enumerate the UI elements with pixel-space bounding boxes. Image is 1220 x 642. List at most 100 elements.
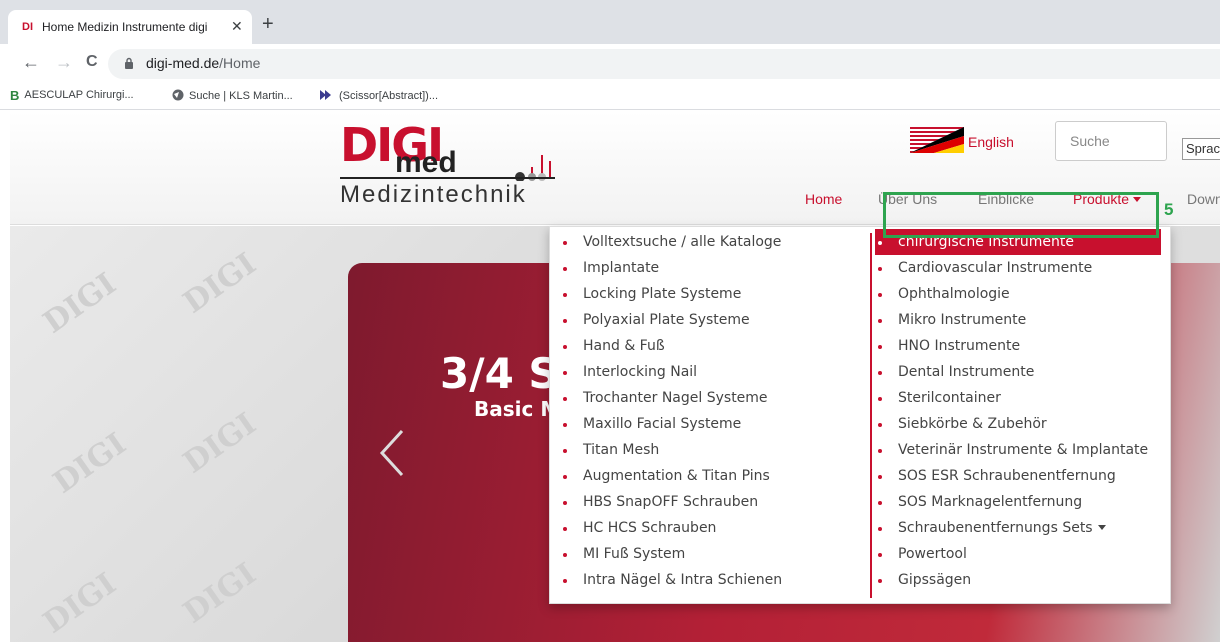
dropdown-item-label: Gipssägen [898, 572, 972, 588]
dropdown-item[interactable]: Interlocking Nail [560, 359, 782, 385]
url-host: digi-med.de [146, 55, 220, 71]
dropdown-item[interactable]: Siebkörbe & Zubehör [875, 411, 1161, 437]
forward-icon[interactable]: → [55, 52, 73, 72]
dropdown-item-label: Implantate [583, 260, 660, 276]
dropdown-item[interactable]: Locking Plate Systeme [560, 281, 782, 307]
address-bar[interactable]: digi-med.de/Home [108, 49, 1220, 79]
dropdown-item-label: Schraubenentfernungs Sets [898, 520, 1093, 536]
dropdown-item[interactable]: Intra Nägel & Intra Schienen [560, 567, 782, 593]
bookmark-label: AESCULAP Chirurgi... [24, 89, 134, 101]
dropdown-item-label: Mikro Instrumente [898, 312, 1027, 328]
b-braun-icon: B [10, 88, 20, 103]
nav-downloads[interactable]: Downloads [1187, 191, 1220, 207]
new-tab-button[interactable]: + [262, 14, 274, 34]
language-english[interactable]: English [910, 127, 1014, 153]
dropdown-item-label: MI Fuß System [583, 546, 686, 562]
dropdown-item-label: Sterilcontainer [898, 390, 1001, 406]
dropdown-item[interactable]: Sterilcontainer [875, 385, 1161, 411]
bookmarks-bar: B AESCULAP Chirurgi... Suche | KLS Martin… [0, 84, 1220, 110]
dropdown-item-label: Dental Instrumente [898, 364, 1035, 380]
dropdown-item[interactable]: Mikro Instrumente [875, 307, 1161, 333]
dropdown-column-2: chirurgische Instrumente Cardiovascular I… [875, 229, 1161, 593]
dropdown-item-label: SOS ESR Schraubenentfernung [898, 468, 1116, 484]
site-logo[interactable]: DIGI med Medizintechnik [340, 121, 580, 221]
tab-strip: DI Home Medizin Instrumente digi ✕ + [0, 0, 1220, 44]
dropdown-item-label: Polyaxial Plate Systeme [583, 312, 750, 328]
products-dropdown: Volltextsuche / alle Kataloge Implantate L… [549, 226, 1171, 604]
close-tab-icon[interactable]: ✕ [231, 18, 243, 35]
watermark-logo: DIGI [177, 406, 263, 481]
dropdown-item-label: Veterinär Instrumente & Implantate [898, 442, 1149, 458]
dropdown-item-label: Maxillo Facial Systeme [583, 416, 742, 432]
language-label: English [968, 134, 1014, 150]
logo-divider [340, 177, 555, 179]
dropdown-item[interactable]: Maxillo Facial Systeme [560, 411, 782, 437]
dropdown-item[interactable]: HNO Instrumente [875, 333, 1161, 359]
dropdown-item-label: Intra Nägel & Intra Schienen [583, 572, 783, 588]
chevron-left-icon[interactable] [374, 423, 414, 483]
dropdown-item[interactable]: Powertool [875, 541, 1161, 567]
website: DIGI med Medizintechnik English Suche Sp… [10, 111, 1220, 642]
dropdown-item[interactable]: HC HCS Schrauben [560, 515, 782, 541]
dropdown-item[interactable]: Implantate [560, 255, 782, 281]
dropdown-item[interactable]: Veterinär Instrumente & Implantate [875, 437, 1161, 463]
dropdown-item-label: HC HCS Schrauben [583, 520, 717, 536]
bookmark-aesculap[interactable]: B AESCULAP Chirurgi... [10, 89, 134, 102]
dropdown-item[interactable]: Ophthalmologie [875, 281, 1161, 307]
language-select[interactable]: Sprache [1182, 138, 1220, 160]
highlight-annotation-box [883, 192, 1159, 238]
chevron-down-icon [1097, 525, 1106, 530]
column-divider [870, 233, 872, 598]
dropdown-item[interactable]: SOS ESR Schraubenentfernung [875, 463, 1161, 489]
dropdown-item[interactable]: Augmentation & Titan Pins [560, 463, 782, 489]
reload-icon[interactable]: C [86, 52, 98, 72]
dropdown-item[interactable]: MI Fuß System [560, 541, 782, 567]
bookmark-kls-martin[interactable]: Suche | KLS Martin... [172, 89, 293, 102]
dropdown-item[interactable]: SOS Marknagelentfernung [875, 489, 1161, 515]
dropdown-item-label: Trochanter Nagel Systeme [583, 390, 768, 406]
dropdown-item-label: Volltextsuche / alle Kataloge [583, 234, 782, 250]
globe-icon [172, 89, 184, 101]
watermark-logo: DIGI [37, 566, 123, 641]
browser-tab[interactable]: DI Home Medizin Instrumente digi ✕ [8, 10, 252, 44]
bookmark-scissor[interactable]: (Scissor[Abstract])... [318, 89, 438, 102]
dropdown-item-label: Titan Mesh [583, 442, 660, 458]
dropdown-item-label: Locking Plate Systeme [583, 286, 742, 302]
bookmark-label: Suche | KLS Martin... [189, 90, 293, 102]
dropdown-item[interactable]: Titan Mesh [560, 437, 782, 463]
dropdown-item-label: Ophthalmologie [898, 286, 1010, 302]
lock-icon [125, 57, 133, 69]
dropdown-item-label: Interlocking Nail [583, 364, 698, 380]
logo-subtitle: Medizintechnik [340, 181, 527, 208]
search-input[interactable]: Suche [1055, 121, 1167, 161]
dropdown-item-label: Augmentation & Titan Pins [583, 468, 770, 484]
bookmark-label: (Scissor[Abstract])... [339, 90, 439, 102]
dropdown-column-1: Volltextsuche / alle Kataloge Implantate L… [560, 229, 782, 593]
watermark-logo: DIGI [47, 426, 133, 501]
dropdown-item[interactable]: Trochanter Nagel Systeme [560, 385, 782, 411]
browser-toolbar: ← → C digi-med.de/Home [0, 44, 1220, 84]
dropdown-item[interactable]: Dental Instrumente [875, 359, 1161, 385]
play-icon [320, 90, 331, 100]
slide-subtitle: Basic M [474, 397, 561, 421]
dropdown-item[interactable]: Volltextsuche / alle Kataloge [560, 229, 782, 255]
back-icon[interactable]: ← [22, 52, 40, 72]
dropdown-item[interactable]: Schraubenentfernungs Sets [875, 515, 1161, 541]
tab-title: Home Medizin Instrumente digi [42, 20, 208, 34]
screen: DI Home Medizin Instrumente digi ✕ + ← →… [0, 0, 1220, 642]
logo-med: med [395, 146, 457, 179]
dropdown-item[interactable]: HBS SnapOFF Schrauben [560, 489, 782, 515]
url-text: digi-med.de/Home [146, 55, 260, 71]
dropdown-item[interactable]: Cardiovascular Instrumente [875, 255, 1161, 281]
nav-home[interactable]: Home [805, 191, 842, 207]
dropdown-item[interactable]: Hand & Fuß [560, 333, 782, 359]
dropdown-item[interactable]: Polyaxial Plate Systeme [560, 307, 782, 333]
watermark-logo: DIGI [37, 266, 123, 341]
dropdown-item[interactable]: Gipssägen [875, 567, 1161, 593]
dropdown-item-label: Powertool [898, 546, 967, 562]
dropdown-item-label: SOS Marknagelentfernung [898, 494, 1083, 510]
watermark-logo: DIGI [177, 556, 263, 631]
dropdown-item-label: Cardiovascular Instrumente [898, 260, 1093, 276]
dropdown-item-label: HBS SnapOFF Schrauben [583, 494, 759, 510]
watermark-logo: DIGI [177, 246, 263, 321]
